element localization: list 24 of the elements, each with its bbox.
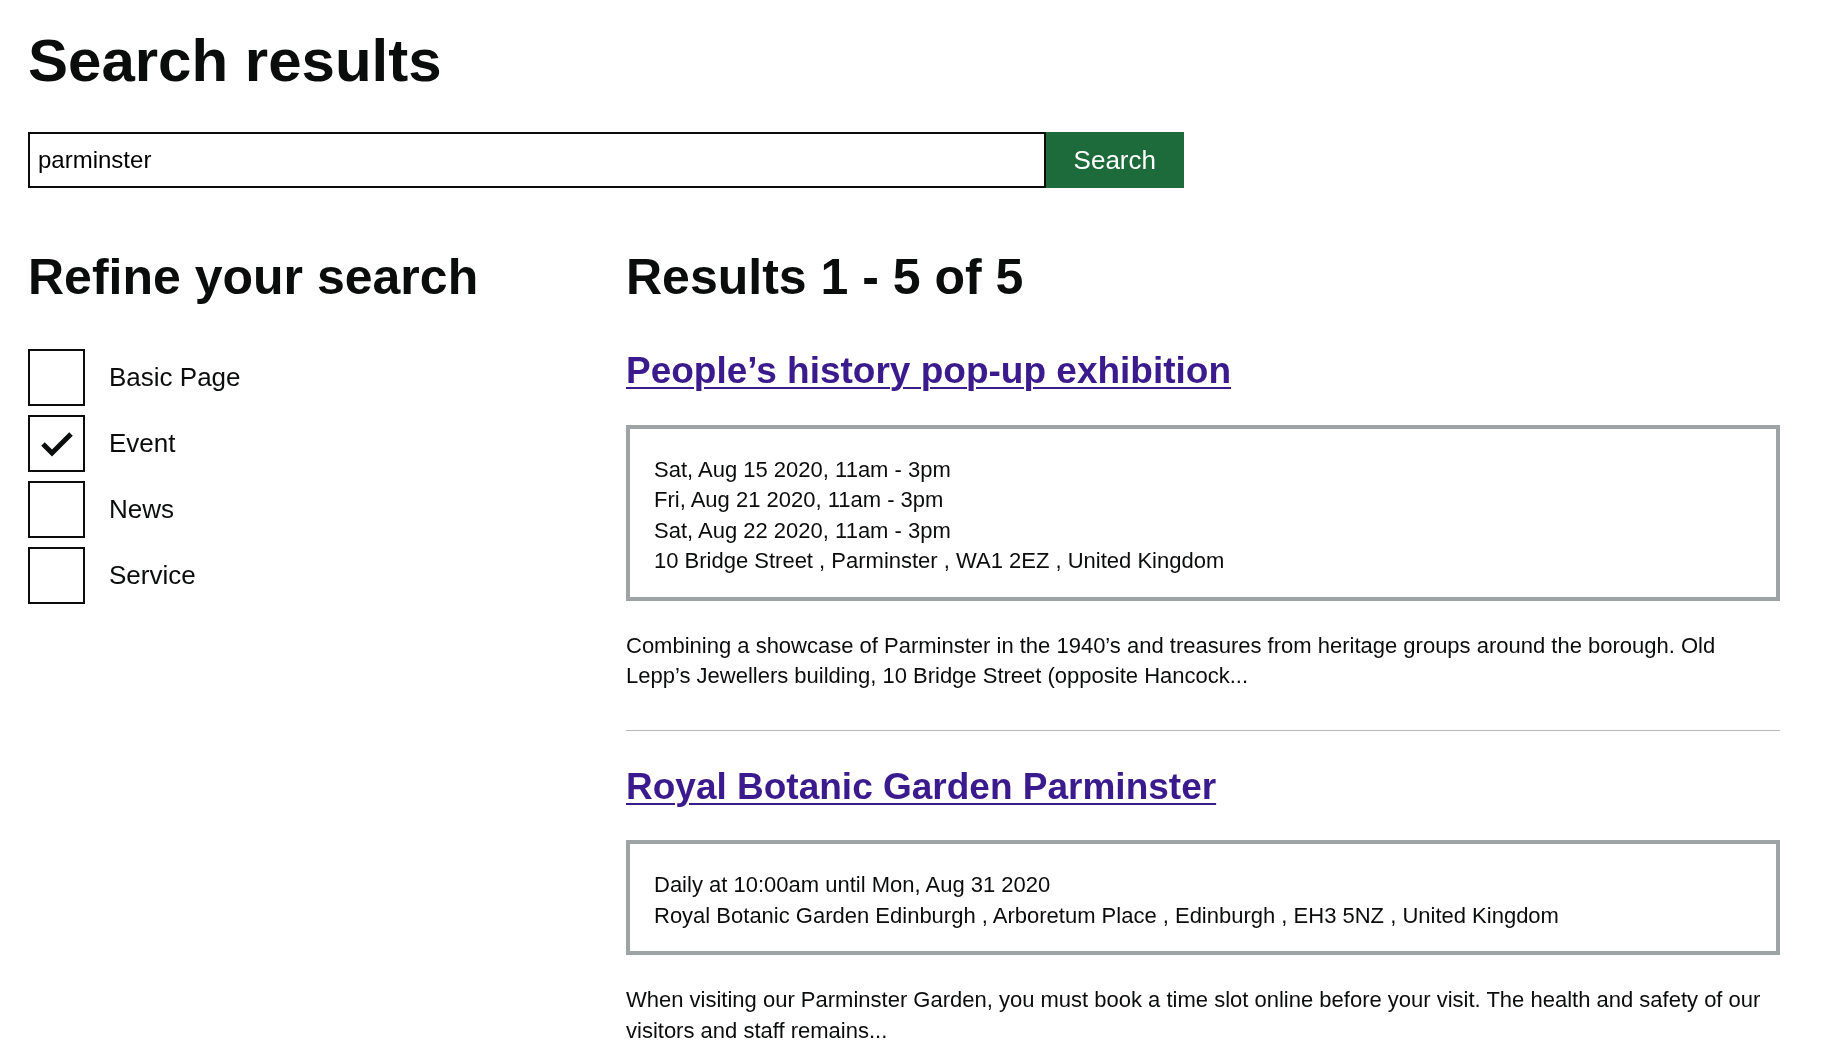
checkbox-label: Event: [109, 427, 176, 460]
checkbox[interactable]: [28, 415, 85, 472]
detail-text: 10 Bridge Street , Parminster , WA1 2EZ , United Kingdom: [654, 547, 1226, 575]
detail-text: Daily at 10:00am until Mon, Aug 31 2020: [654, 871, 1052, 899]
checkbox[interactable]: [28, 349, 85, 406]
result-summary: Combining a showcase of Parminster in the 1940’s and treasures from heritage groups around the borough. Old Lepp’s Jewellers building, 10 Bridge Street (opposite Hancock...: [626, 631, 1717, 690]
result-link[interactable]: Royal Botanic Garden Parminster: [626, 758, 1217, 814]
detail-text: Fri, Aug 21 2020, 11am - 3pm: [654, 486, 945, 514]
checkbox-label: Service: [109, 559, 196, 592]
checkbox-label: News: [109, 493, 174, 526]
search-button[interactable]: Search: [1045, 132, 1184, 188]
detail-text: Royal Botanic Garden Edinburgh , Arboretum Place , Edinburgh , EH3 5NZ , United Kingdom: [654, 901, 1560, 930]
result-summary: When visiting our Parminster Garden, you must book a time slot online before your visit. The health and safety of our visitors and staff remains...: [626, 986, 1762, 1045]
search-field[interactable]: parminster: [28, 132, 1046, 188]
checkbox[interactable]: [28, 481, 85, 538]
results-heading: Results 1 - 5 of 5: [626, 250, 1025, 305]
checkbox[interactable]: [28, 547, 85, 604]
result-link[interactable]: People’s history pop-up exhibition: [626, 343, 1232, 399]
page-title: Search results: [28, 28, 443, 94]
detail-text: Sat, Aug 22 2020, 11am - 3pm: [654, 516, 952, 545]
detail-text: Sat, Aug 15 2020, 11am - 3pm: [654, 455, 952, 484]
section-heading: Refine your search: [28, 250, 480, 305]
check-icon: [39, 429, 74, 458]
checkbox-label: Basic Page: [109, 361, 241, 394]
